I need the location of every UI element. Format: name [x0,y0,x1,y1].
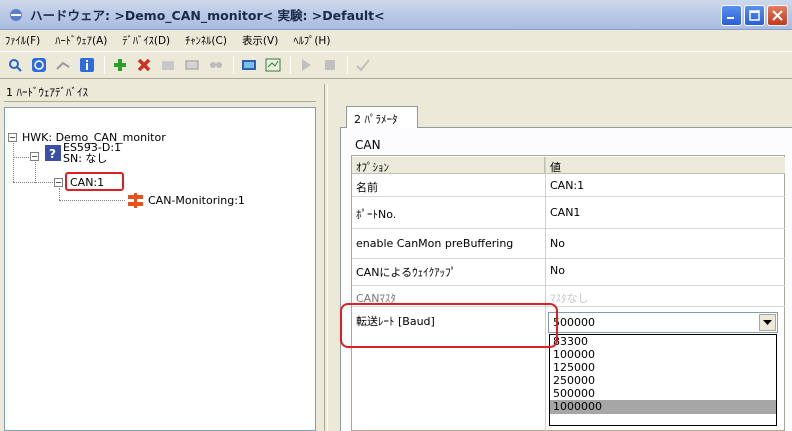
menu-device[interactable]: ﾃﾞﾊﾞｲｽ(D) [122,33,170,48]
baud-rate-select[interactable]: 500000 [548,312,778,333]
dropdown-option-selected[interactable]: 1000000 [550,400,776,414]
info-icon[interactable] [78,56,96,74]
dropdown-option[interactable]: 100000 [550,348,776,361]
hardware-devices-header: 1 ﾊｰﾄﾞｳｪｱﾃﾞﾊﾞｲｽ [6,86,88,99]
table-row[interactable]: 名前 CAN:1 [352,175,785,197]
table-row[interactable]: CANによるｳｪｲｸｱｯﾌﾟ No [352,259,785,286]
column-header-option[interactable]: ｵﾌﾟｼｮﾝ [352,157,545,174]
row-option: 名前 [356,181,378,194]
table-row[interactable]: enable CanMon preBuffering No [352,229,785,259]
stop-icon[interactable] [321,56,339,74]
tab-parameters[interactable]: 2 ﾊﾟﾗﾒｰﾀ [346,106,418,128]
row-option: CANによるｳｪｲｸｱｯﾌﾟ [356,266,457,279]
table-row[interactable]: ﾎﾟｰﾄNo. CAN1 [352,197,785,229]
column-divider [545,157,546,431]
row-option: ﾎﾟｰﾄNo. [356,208,397,221]
close-icon[interactable] [767,5,788,26]
connect-icon[interactable] [54,56,72,74]
search-icon[interactable] [6,56,24,74]
annotation-highlight-baud [340,303,558,348]
tree-line [59,200,125,201]
collapse-toggle-root[interactable]: − [8,133,17,142]
collapse-toggle-can[interactable]: − [54,178,63,187]
tree-line [35,162,36,183]
menu-channel[interactable]: ﾁｬﾝﾈﾙ(C) [185,33,227,48]
monitor-icon[interactable] [240,56,258,74]
refresh-icon[interactable] [30,56,48,74]
tree-line [13,182,53,183]
add-icon[interactable] [111,56,129,74]
can-monitoring-icon [128,193,143,208]
toolbar-separator [347,56,348,74]
section-title: CAN [355,138,381,152]
title-bar: ハードウェア: >Demo_CAN_monitor< 実験: >Default< [0,0,792,30]
annotation-highlight-can [65,172,124,191]
maximize-icon[interactable] [744,5,765,26]
delete-icon[interactable] [135,56,153,74]
config-icon[interactable] [264,56,282,74]
menu-view[interactable]: 表示(V) [242,33,278,48]
row-value: No [550,264,565,277]
grid-header: ｵﾌﾟｼｮﾝ 値 [352,157,785,174]
svg-text:?: ? [49,147,56,161]
dropdown-option[interactable]: 83300 [550,335,776,348]
window-title: ハードウェア: >Demo_CAN_monitor< 実験: >Default< [30,8,385,23]
menu-file[interactable]: ﾌｧｲﾙ(F) [5,33,40,48]
network-icon[interactable] [207,56,225,74]
row-value: CAN:1 [550,179,585,192]
check-icon[interactable] [354,56,372,74]
menu-bar: ﾌｧｲﾙ(F) ﾊｰﾄﾞｳｪｱ(A) ﾃﾞﾊﾞｲｽ(D) ﾁｬﾝﾈﾙ(C) 表示… [0,30,792,50]
chevron-down-icon[interactable] [759,314,776,331]
row-value: No [550,237,565,250]
device-icon[interactable] [183,56,201,74]
divider [4,101,316,102]
dropdown-option[interactable]: 250000 [550,374,776,387]
menu-help[interactable]: ﾍﾙﾌﾟ(H) [293,33,330,48]
dropdown-option[interactable]: 500000 [550,387,776,400]
dropdown-option[interactable]: 125000 [550,361,776,374]
toolbar [0,51,792,79]
device-icon: ? [45,145,61,161]
baud-rate-dropdown: 83300 100000 125000 250000 500000 100000… [549,334,777,426]
tree-item-can-monitoring[interactable]: CAN-Monitoring:1 [148,194,245,207]
minimize-icon[interactable] [721,5,742,26]
column-header-value[interactable]: 値 [546,157,561,174]
menu-hardware[interactable]: ﾊｰﾄﾞｳｪｱ(A) [55,33,107,48]
row-value: CAN1 [550,206,581,219]
baud-rate-value: 500000 [553,316,595,329]
tree-item-device-sn: SN: なし [63,152,108,165]
tree-line [59,188,60,200]
collapse-toggle-device[interactable]: − [30,152,39,161]
toolbar-separator [104,56,105,74]
play-icon[interactable] [297,56,315,74]
pane-splitter[interactable] [324,84,328,431]
toolbar-separator [290,56,291,74]
module-icon[interactable] [159,56,177,74]
tree-line [13,157,29,158]
toolbar-separator [233,56,234,74]
row-option: enable CanMon preBuffering [356,237,514,250]
app-icon [10,8,22,21]
tree-line [13,143,14,182]
